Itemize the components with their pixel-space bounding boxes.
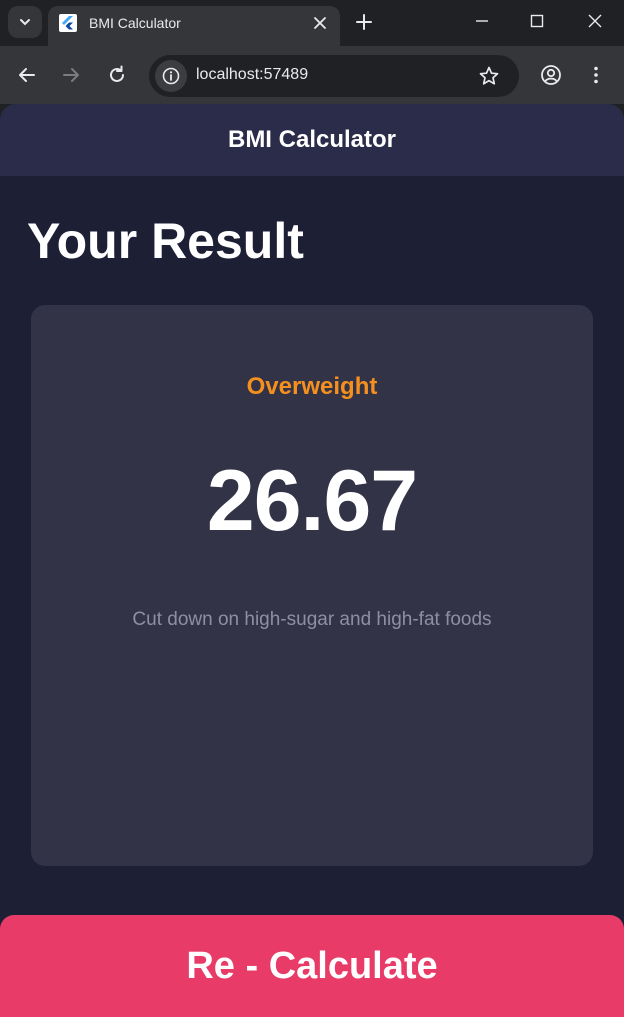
profile-icon[interactable] — [540, 64, 562, 86]
back-arrow-icon[interactable] — [16, 64, 38, 86]
new-tab-icon[interactable] — [355, 13, 373, 31]
tab-strip: BMI Calculator — [0, 0, 624, 46]
close-window-icon[interactable] — [587, 13, 603, 29]
chevron-down-icon — [20, 19, 30, 26]
bmi-value: 26.67 — [206, 453, 418, 549]
close-tab-icon[interactable] — [312, 15, 328, 31]
address-bar[interactable]: localhost:57489 — [149, 55, 519, 97]
bookmark-star-icon[interactable] — [478, 65, 500, 87]
site-info-button[interactable] — [155, 60, 187, 92]
tab-search-button[interactable] — [8, 6, 42, 38]
minimize-icon[interactable] — [474, 13, 490, 29]
result-card: Overweight 26.67 Cut down on high-sugar … — [31, 305, 593, 866]
app-bar: BMI Calculator — [0, 104, 624, 176]
url-text[interactable]: localhost:57489 — [196, 66, 308, 84]
app-viewport: BMI Calculator Your Result Overweight 26… — [0, 104, 624, 1017]
forward-arrow-icon[interactable] — [60, 64, 82, 86]
result-advice: Cut down on high-sugar and high-fat food… — [132, 609, 492, 630]
result-status: Overweight — [246, 373, 378, 400]
browser-toolbar: localhost:57489 — [0, 46, 624, 104]
info-icon — [162, 67, 180, 85]
recalculate-label: Re - Calculate — [186, 944, 438, 987]
more-menu-icon[interactable] — [585, 64, 607, 86]
page-title: Your Result — [27, 213, 304, 269]
tab-title: BMI Calculator — [89, 15, 181, 31]
app-bar-title: BMI Calculator — [227, 126, 397, 153]
flutter-logo-icon — [59, 14, 77, 32]
maximize-icon[interactable] — [529, 13, 545, 29]
recalculate-button[interactable]: Re - Calculate — [0, 915, 624, 1017]
reload-icon[interactable] — [106, 64, 128, 86]
browser-tab[interactable]: BMI Calculator — [48, 6, 340, 46]
